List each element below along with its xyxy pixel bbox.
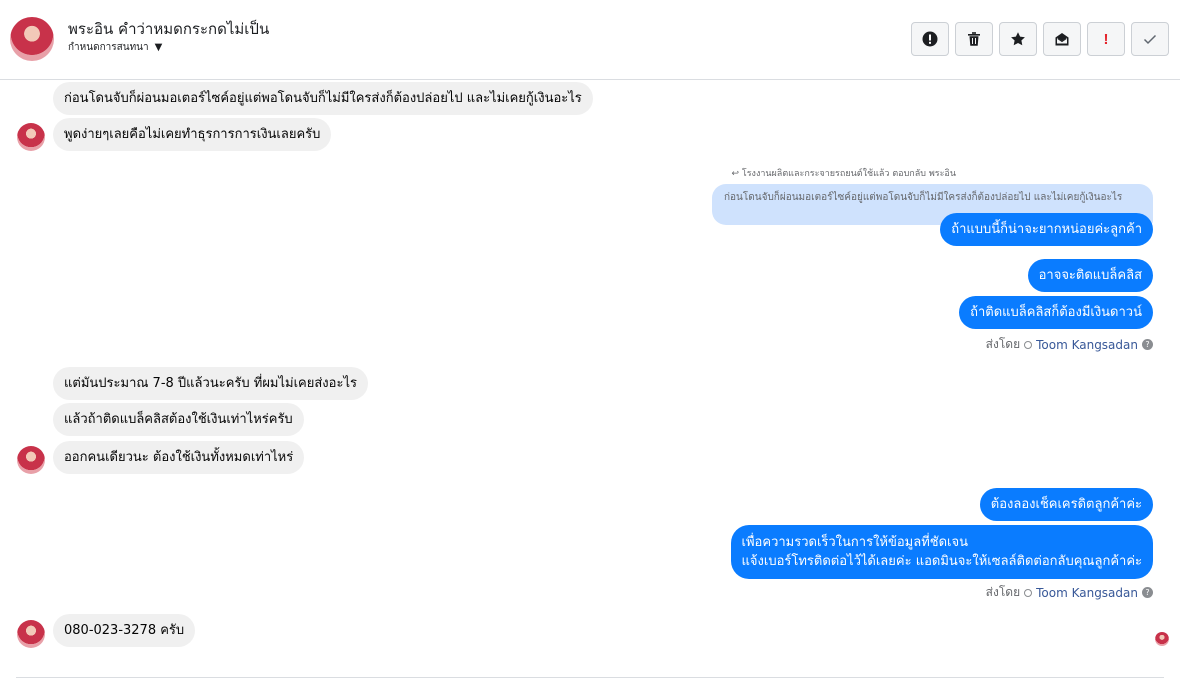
star-icon — [1011, 32, 1025, 46]
mark-unread-button[interactable] — [1043, 22, 1081, 56]
sent-by-name[interactable]: Toom Kangsadan — [1036, 586, 1138, 600]
page-icon — [1024, 588, 1033, 597]
message-line: เพื่อความรวดเร็วในการให้ข้อมูลที่ชัดเจน — [741, 535, 968, 550]
message-incoming[interactable]: 080-023-3278 ครับ — [53, 614, 196, 647]
sent-by-name[interactable]: Toom Kangsadan — [1036, 338, 1138, 352]
sender-avatar — [17, 123, 45, 151]
reply-context-label: ↩ โรงงานผลิตและกระจายรถยนต์ใช้แล้ว ตอบกล… — [731, 166, 956, 180]
message-outgoing[interactable]: อาจจะติดแบล็คลิส — [1027, 259, 1153, 292]
message-incoming[interactable]: พูดง่ายๆเลยคือไม่เคยทำธุรการการเงินเลยคร… — [53, 118, 332, 151]
message-thread: ก่อนโดนจับก็ผ่อนมอเตอร์ไซค์อยู่แต่พอโดนจ… — [0, 80, 1180, 678]
envelope-open-icon — [1055, 33, 1069, 46]
message-outgoing[interactable]: ถ้าแบบนี้ก็น่าจะยากหน่อยค่ะลูกค้า — [940, 213, 1153, 246]
header-actions: ! — [911, 22, 1169, 56]
message-outgoing[interactable]: เพื่อความรวดเร็วในการให้ข้อมูลที่ชัดเจน … — [730, 525, 1153, 579]
sent-by-label: ส่งโดย — [985, 337, 1021, 351]
page-icon — [1024, 340, 1033, 349]
sent-by-info: ส่งโดย Toom Kangsadan ? — [986, 583, 1153, 602]
contact-avatar[interactable] — [10, 17, 54, 61]
seen-avatar — [1155, 632, 1169, 646]
message-line: แจ้งเบอร์โทรติดต่อไว้ได้เลยค่ะ แอดมินจะใ… — [741, 554, 1142, 569]
star-button[interactable] — [999, 22, 1037, 56]
delete-button[interactable] — [955, 22, 993, 56]
reply-icon: ↩ — [731, 169, 739, 179]
message-incoming[interactable]: ก่อนโดนจับก็ผ่อนมอเตอร์ไซค์อยู่แต่พอโดนจ… — [53, 82, 593, 115]
help-icon[interactable]: ? — [1142, 339, 1153, 350]
contact-name[interactable]: พระอิน คำว่าหมดกระกดไม่เป็น — [68, 17, 269, 41]
message-incoming[interactable]: ออกคนเดียวนะ ต้องใช้เงินทั้งหมดเท่าไหร่ — [53, 441, 305, 474]
message-outgoing[interactable]: ถ้าติดแบล็คลิสก็ต้องมีเงินดาวน์ — [959, 296, 1153, 329]
sent-by-info: ส่งโดย Toom Kangsadan ? — [986, 335, 1153, 354]
reply-context-text: โรงงานผลิตและกระจายรถยนต์ใช้แล้ว ตอบกลับ… — [741, 169, 956, 179]
exclamation-icon: ! — [1103, 30, 1109, 48]
message-outgoing[interactable]: ต้องลองเช็คเครดิตลูกค้าค่ะ — [979, 488, 1153, 521]
sender-avatar — [17, 620, 45, 648]
help-icon[interactable]: ? — [1142, 587, 1153, 598]
sender-avatar — [17, 446, 45, 474]
conversation-settings-label: กำหนดการสนทนา — [68, 42, 149, 53]
sent-by-label: ส่งโดย — [985, 585, 1021, 599]
caret-down-icon: ▼ — [154, 42, 163, 53]
conversation-header: พระอิน คำว่าหมดกระกดไม่เป็น กำหนดการสนทน… — [0, 0, 1180, 80]
conversation-settings[interactable]: กำหนดการสนทนา ▼ — [68, 40, 162, 55]
alert-circle-icon — [922, 31, 938, 47]
spam-button[interactable]: ! — [1087, 22, 1125, 56]
trash-icon — [968, 32, 980, 46]
done-button[interactable] — [1131, 22, 1169, 56]
message-incoming[interactable]: แต่มันประมาณ 7-8 ปีแล้วนะครับ ที่ผมไม่เค… — [53, 367, 368, 400]
message-incoming[interactable]: แล้วถ้าติดแบล็คลิสต้องใช้เงินเท่าไหร่ครั… — [53, 403, 304, 436]
alert-button[interactable] — [911, 22, 949, 56]
check-icon — [1143, 34, 1157, 45]
